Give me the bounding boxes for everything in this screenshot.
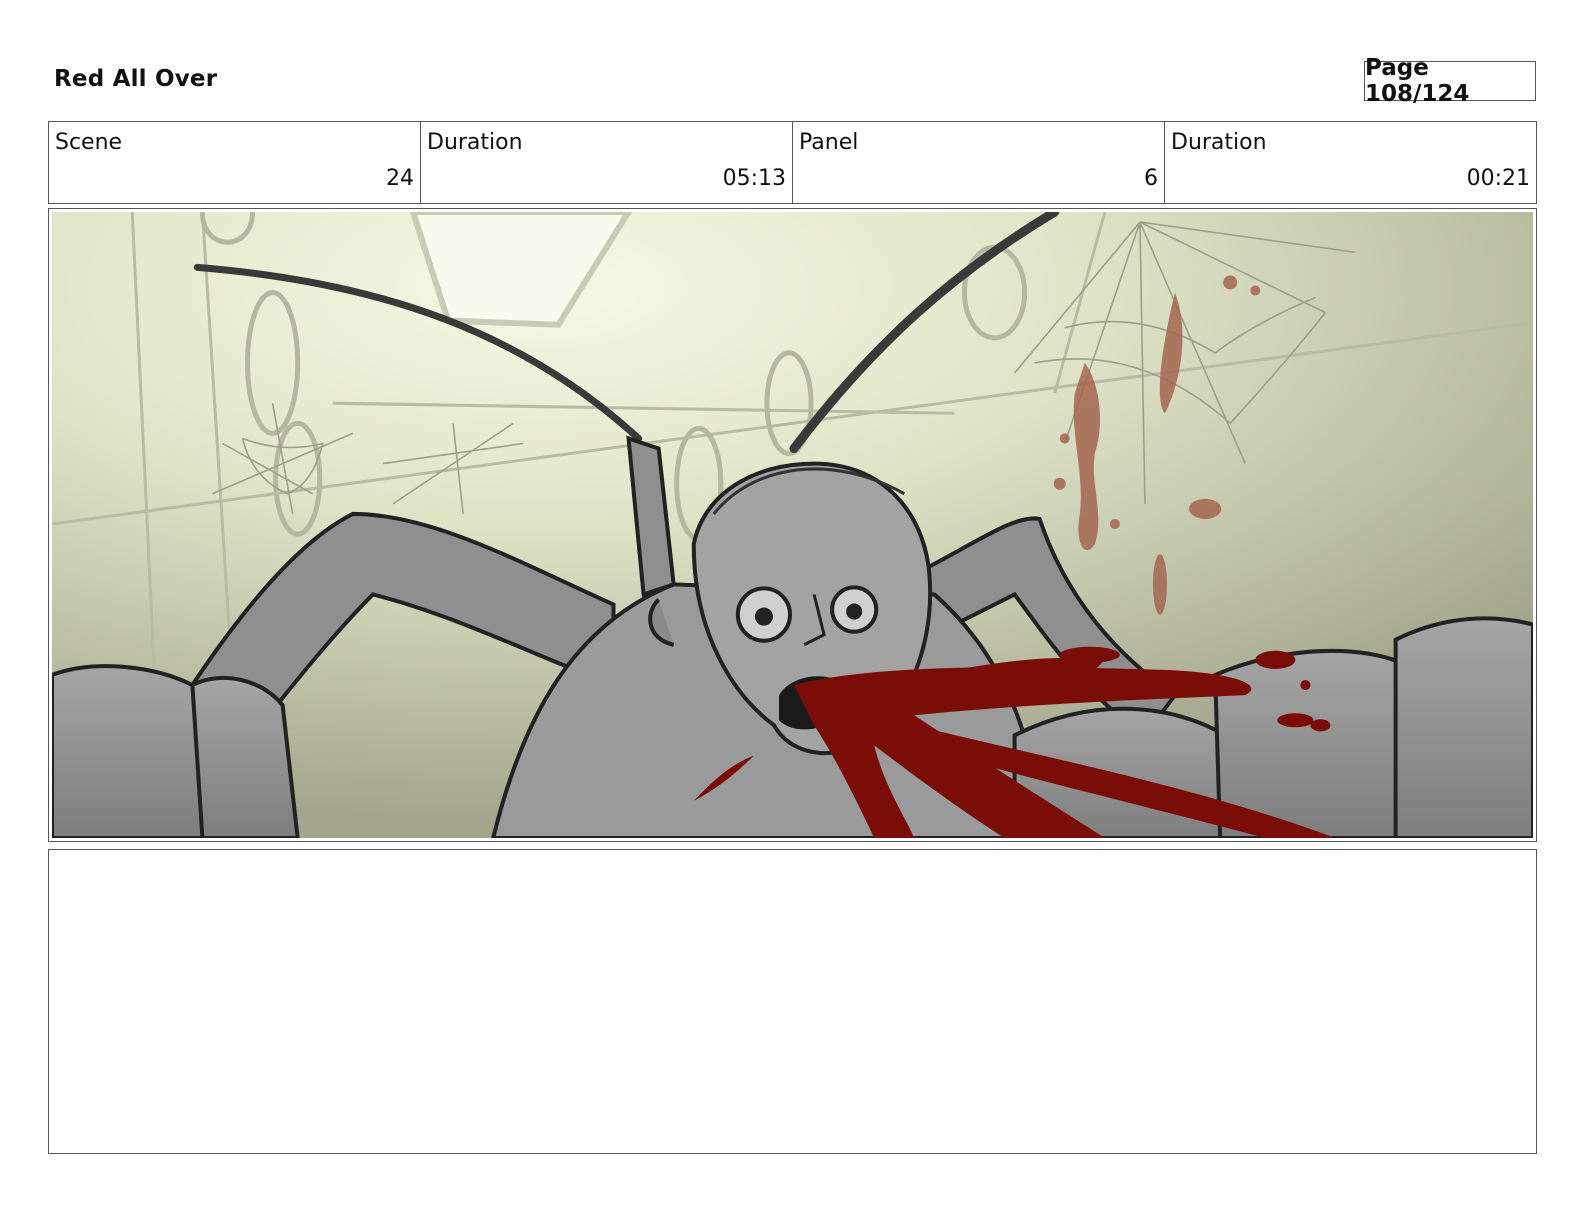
panel-cell: Panel 6	[793, 122, 1165, 203]
panel-duration-value: 00:21	[1466, 166, 1530, 191]
panel-label: Panel	[799, 130, 859, 155]
panel-duration-cell: Duration 00:21	[1165, 122, 1536, 203]
storyboard-title: Red All Over	[54, 66, 218, 92]
scene-cell: Scene 24	[49, 122, 421, 203]
panel-value: 6	[1144, 166, 1158, 191]
storyboard-panel	[48, 208, 1537, 842]
scene-duration-label: Duration	[427, 130, 523, 155]
page-indicator: Page 108/124	[1364, 55, 1536, 107]
panel-duration-label: Duration	[1171, 130, 1267, 155]
panel-illustration	[52, 212, 1533, 838]
scene-info-table: Scene 24 Duration 05:13 Panel 6 Duration…	[48, 121, 1537, 204]
scene-duration-cell: Duration 05:13	[421, 122, 793, 203]
scene-duration-value: 05:13	[722, 166, 786, 191]
panel-notes-area	[48, 849, 1537, 1154]
scene-label: Scene	[55, 130, 123, 155]
scene-value: 24	[386, 166, 414, 191]
